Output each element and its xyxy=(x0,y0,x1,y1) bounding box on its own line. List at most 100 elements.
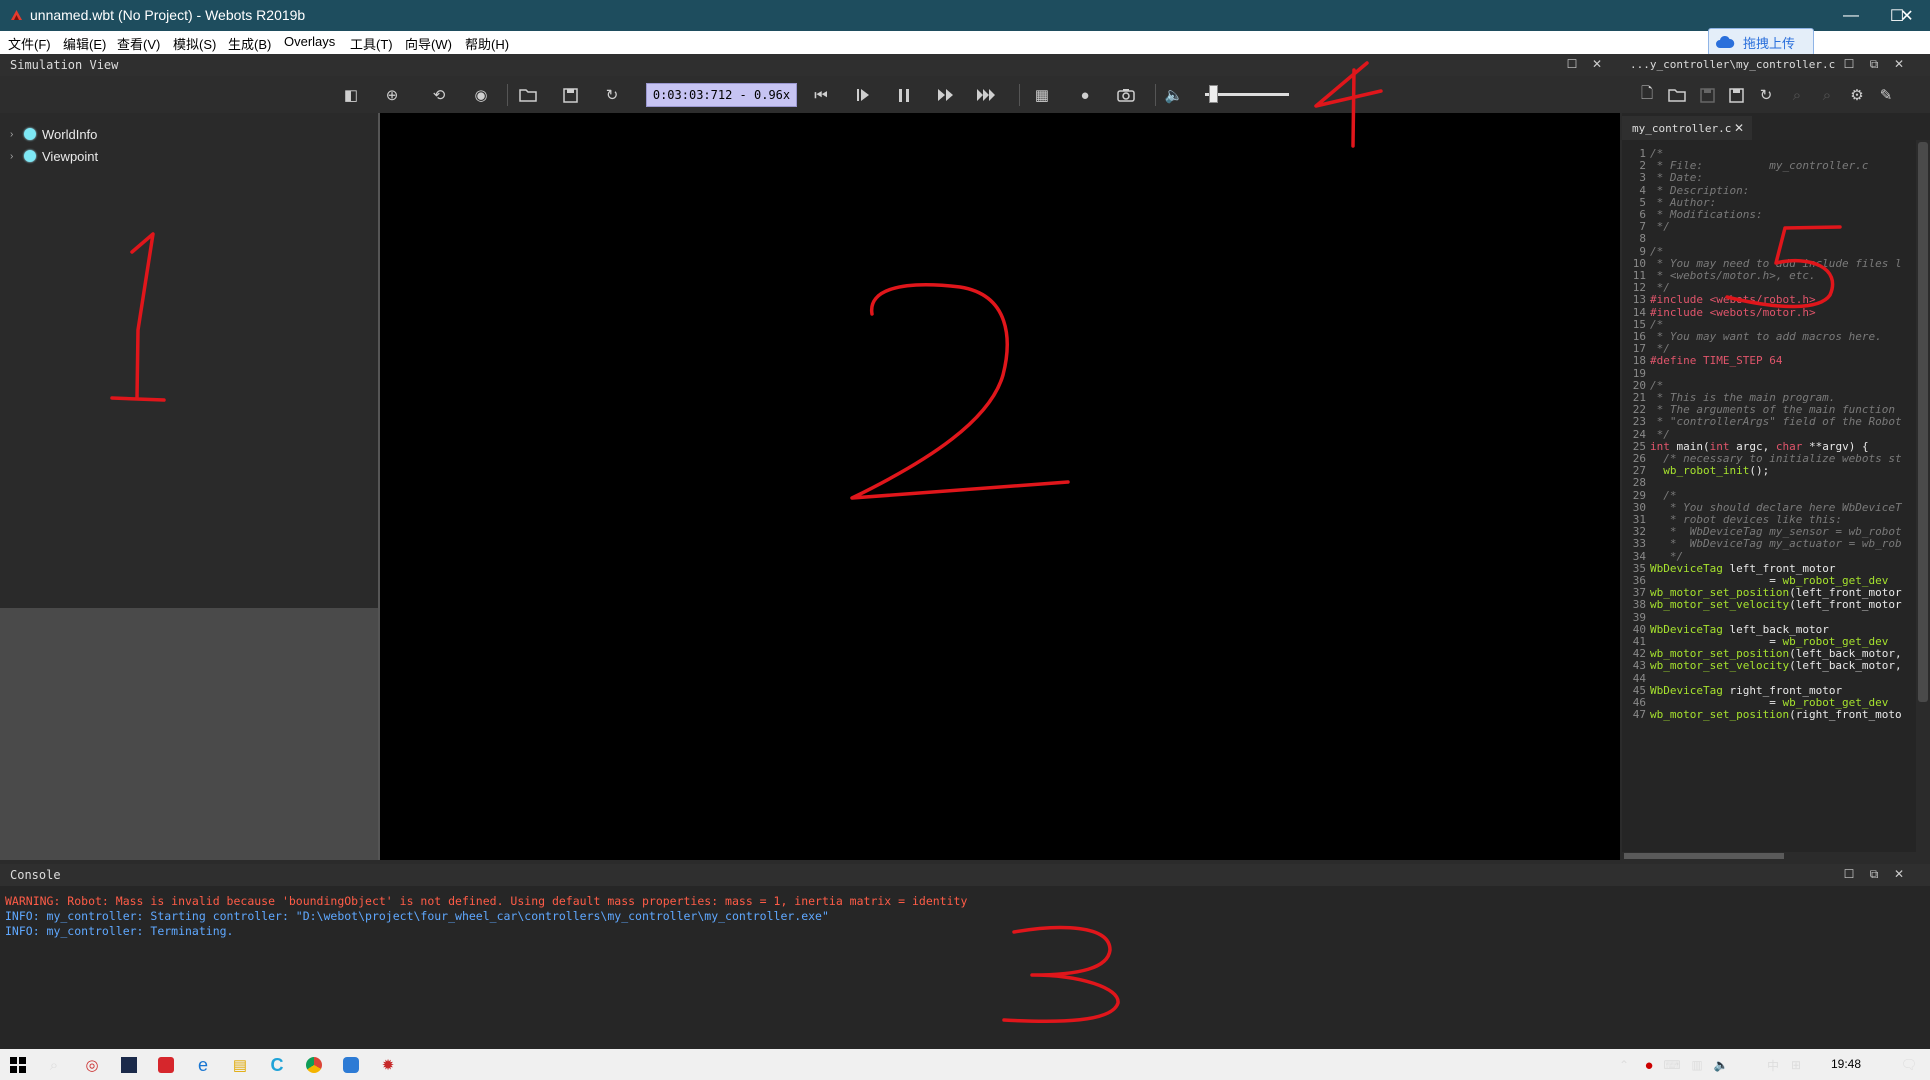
editor-hscroll-thumb[interactable] xyxy=(1624,853,1784,859)
notification-icon[interactable]: 🗨 xyxy=(1898,1054,1920,1076)
toolbar-separator xyxy=(507,84,508,106)
expand-arrow-icon[interactable]: › xyxy=(10,151,24,162)
app-icon-1[interactable]: ◎ xyxy=(81,1054,103,1076)
app-icon-2[interactable] xyxy=(118,1054,140,1076)
editor-close-icon[interactable]: ✕ xyxy=(1892,57,1906,71)
clock[interactable]: 19:48 xyxy=(1831,1057,1861,1071)
console-close-icon[interactable]: ✕ xyxy=(1892,867,1906,881)
close-window-button[interactable]: ✕ xyxy=(1884,0,1930,31)
start-icon[interactable] xyxy=(7,1054,29,1076)
save-file-icon[interactable] xyxy=(1696,84,1718,106)
screenshot-glyph xyxy=(1117,89,1135,102)
tab-close-icon[interactable]: ✕ xyxy=(1734,121,1744,135)
editor-tab[interactable]: my_controller.c ✕ xyxy=(1622,116,1752,140)
upload-button[interactable]: 拖拽上传 xyxy=(1708,28,1814,56)
step-glyph xyxy=(857,89,869,101)
floppy-all-icon xyxy=(1728,87,1744,103)
console-header: Console ☐ ⧉ ✕ xyxy=(0,864,1930,886)
editor-float-icon[interactable]: ⧉ xyxy=(1867,57,1881,71)
menu-overlays[interactable]: Overlays xyxy=(284,34,335,49)
editor-tab-label: my_controller.c xyxy=(1632,121,1732,135)
console-float-icon[interactable]: ⧉ xyxy=(1867,867,1881,881)
fast-forward-icon[interactable] xyxy=(935,84,957,106)
edge-icon[interactable]: e xyxy=(192,1054,214,1076)
network-icon[interactable]: ▥ xyxy=(1686,1054,1708,1076)
chrome-icon[interactable] xyxy=(303,1054,325,1076)
tray-keyboard-icon[interactable]: ⌨ xyxy=(1661,1054,1683,1076)
editor-maximize-icon[interactable]: ☐ xyxy=(1842,57,1856,71)
volume-tray-icon[interactable]: 🔈 xyxy=(1710,1054,1732,1076)
revert-file-icon[interactable]: ↻ xyxy=(1755,84,1777,106)
menu-simulation[interactable]: 模拟(S) xyxy=(173,34,216,53)
menu-edit[interactable]: 编辑(E) xyxy=(63,34,106,53)
floppy-icon xyxy=(1699,87,1715,103)
tree-item-viewpoint[interactable]: › Viewpoint xyxy=(10,146,98,166)
menu-help[interactable]: 帮助(H) xyxy=(465,34,509,53)
add-node-icon[interactable]: ⊕ xyxy=(381,84,403,106)
menu-tools[interactable]: 工具(T) xyxy=(350,34,393,53)
open-file-icon[interactable] xyxy=(1666,84,1688,106)
ime-indicator[interactable]: 中 xyxy=(1762,1054,1784,1076)
save-world-icon[interactable] xyxy=(559,84,581,106)
record-icon[interactable]: ● xyxy=(1074,84,1096,106)
menu-build[interactable]: 生成(B) xyxy=(228,34,271,53)
expand-arrow-icon[interactable]: › xyxy=(10,129,24,140)
reset-simulation-icon[interactable]: ⏮ xyxy=(810,84,832,106)
new-file-icon[interactable]: 🗋 xyxy=(1636,84,1658,106)
tray-expand-icon[interactable]: ⌃ xyxy=(1613,1054,1635,1076)
scene-tree: › WorldInfo › Viewpoint xyxy=(0,113,378,608)
tree-item-worldinfo[interactable]: › WorldInfo xyxy=(10,124,97,144)
mute-icon[interactable]: 🔈 xyxy=(1163,84,1185,106)
search-icon[interactable]: ⌕ xyxy=(43,1054,65,1076)
folder-icon xyxy=(519,89,537,102)
restore-viewpoint-icon[interactable]: ⟲ xyxy=(428,84,450,106)
build-settings-icon[interactable]: ⚙ xyxy=(1846,84,1868,106)
3d-viewport[interactable] xyxy=(380,113,1620,860)
cloud-icon xyxy=(1716,35,1735,48)
step-icon[interactable] xyxy=(852,84,874,106)
console-maximize-icon[interactable]: ☐ xyxy=(1842,867,1856,881)
input-grid-icon[interactable]: ⊞ xyxy=(1785,1054,1807,1076)
eye-icon[interactable]: ◉ xyxy=(470,84,492,106)
editor-scroll-thumb[interactable] xyxy=(1918,142,1928,702)
save-all-icon[interactable] xyxy=(1725,84,1747,106)
toggle-scene-tree-icon[interactable]: ◧ xyxy=(340,84,362,106)
window-title-bar: unnamed.wbt (No Project) - Webots R2019b… xyxy=(0,0,1930,31)
simulation-toolbar: ◧ ⊕ ⟲ ◉ ↻ 0:03:03:712 - 0.96x ⏮ ▦ ● 🔈 xyxy=(0,76,1622,113)
camera-icon[interactable] xyxy=(1115,84,1137,106)
console-output[interactable]: WARNING: Robot: Mass is invalid because … xyxy=(0,886,1930,1049)
fast-forward-glyph xyxy=(938,89,953,101)
folder-icon xyxy=(1668,89,1686,102)
menu-file[interactable]: 文件(F) xyxy=(8,34,51,53)
menu-wizards[interactable]: 向导(W) xyxy=(405,34,452,53)
clean-icon[interactable]: ✎ xyxy=(1875,84,1897,106)
console-line: INFO: my_controller: Starting controller… xyxy=(5,909,829,923)
pause-icon[interactable] xyxy=(893,84,915,106)
console-line: INFO: my_controller: Terminating. xyxy=(5,924,234,938)
panel-close-icon[interactable]: ✕ xyxy=(1590,57,1604,71)
app-icon-blue[interactable] xyxy=(340,1054,362,1076)
app-icon-3[interactable] xyxy=(155,1054,177,1076)
file-explorer-icon[interactable]: ▤ xyxy=(229,1054,251,1076)
webots-taskbar-icon[interactable]: ✹ xyxy=(377,1054,399,1076)
fastest-glyph xyxy=(977,89,995,101)
app-icon-c[interactable]: C xyxy=(266,1054,288,1076)
reload-world-icon[interactable]: ↻ xyxy=(601,84,623,106)
pause-glyph xyxy=(899,88,909,102)
minimize-button[interactable]: — xyxy=(1828,0,1874,31)
panel-maximize-icon[interactable]: ☐ xyxy=(1565,57,1579,71)
tray-app-icon[interactable]: ● xyxy=(1638,1054,1660,1076)
code-editor[interactable]: 1/* 2 * File: my_controller.c 3 * Date: 4 *… xyxy=(1622,140,1916,852)
node-icon xyxy=(24,150,36,162)
editor-path-title: ...y_controller\my_controller.c xyxy=(1630,58,1836,71)
volume-slider-handle[interactable] xyxy=(1208,85,1218,103)
find-next-icon[interactable]: ⌕ xyxy=(1816,84,1838,106)
webots-logo-icon xyxy=(11,10,22,20)
fastest-icon[interactable] xyxy=(976,84,998,106)
menu-view[interactable]: 查看(V) xyxy=(117,34,160,53)
field-editor-area xyxy=(0,608,378,860)
movie-icon[interactable]: ▦ xyxy=(1031,84,1053,106)
open-world-icon[interactable] xyxy=(517,84,539,106)
find-icon[interactable]: ⌕ xyxy=(1786,84,1808,106)
toolbar-separator xyxy=(1155,84,1156,106)
